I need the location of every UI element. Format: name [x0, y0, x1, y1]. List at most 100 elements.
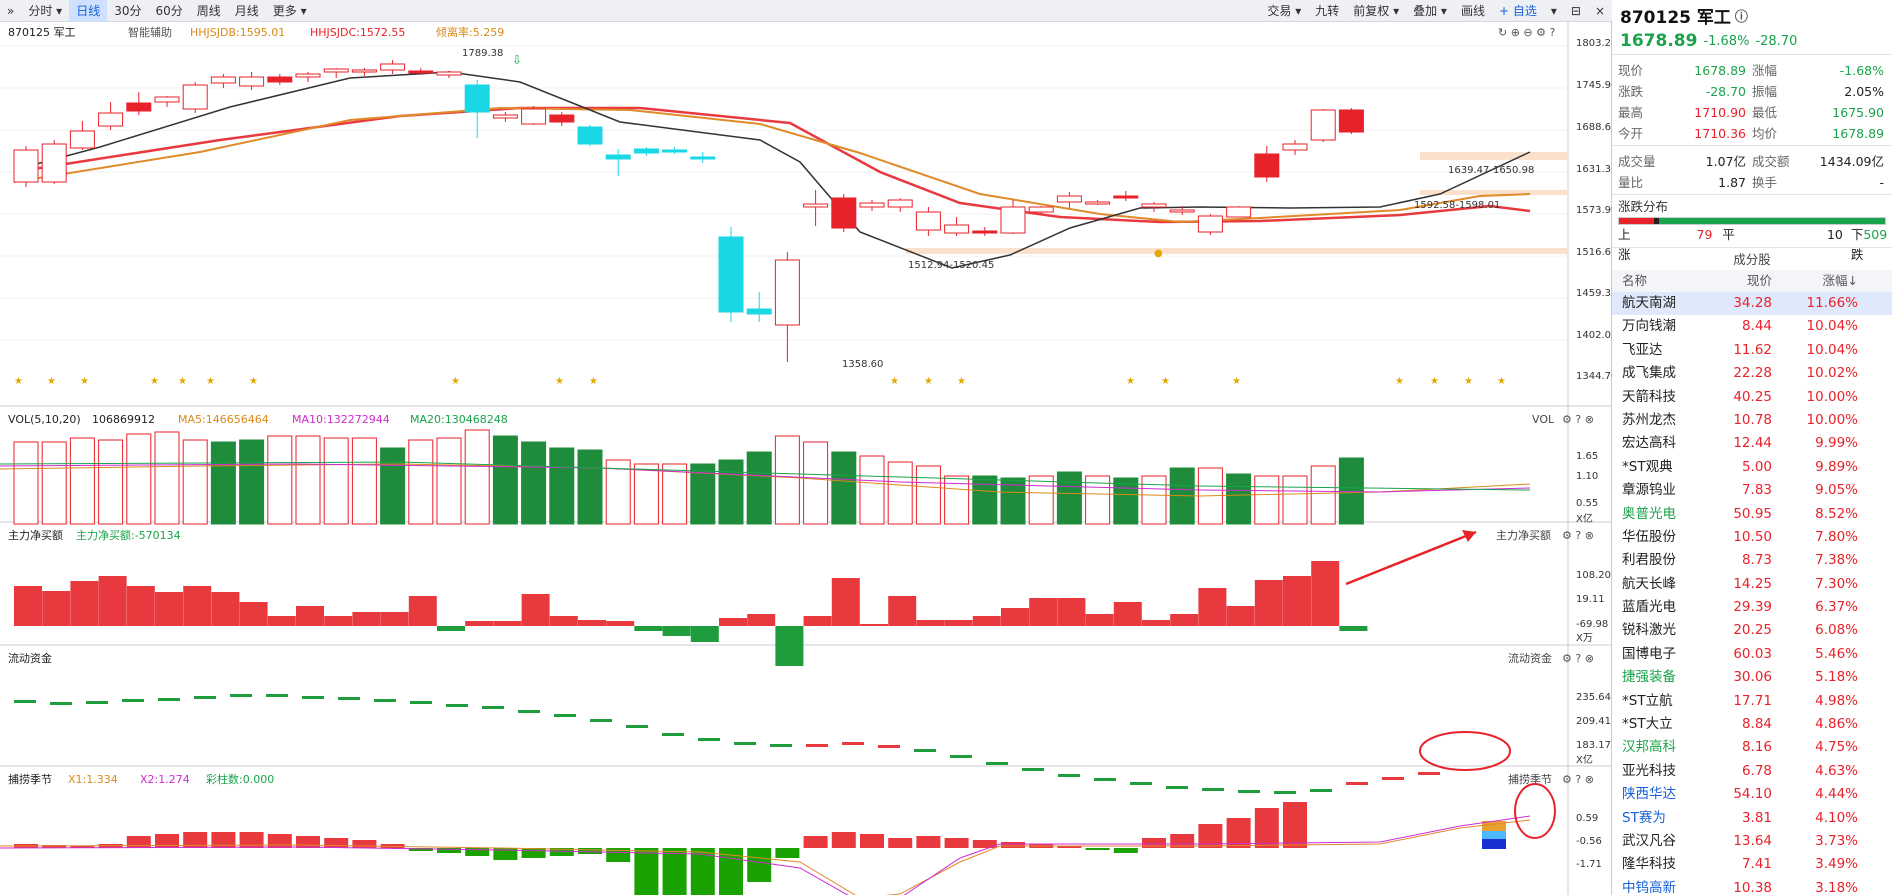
main-yaxis: 1803.28 1745.96 1688.63 1631.31 1573.99 … [1576, 38, 1612, 382]
component-row[interactable]: 苏州龙杰 10.78 10.00% [1612, 409, 1892, 432]
stock-name: 中钨高新 [1622, 879, 1676, 895]
close-icon[interactable]: × [1588, 0, 1612, 22]
layout-icon[interactable]: ⊟ [1564, 0, 1588, 22]
component-row[interactable]: 隆华科技 7.41 3.49% [1612, 853, 1892, 876]
component-row[interactable]: 中钨高新 10.38 3.18% [1612, 877, 1892, 895]
dist-counts: 上涨 79 平 10 下跌 509 [1612, 225, 1892, 262]
candle-body [41, 143, 67, 183]
add-watchlist-button[interactable]: + 自选 [1492, 0, 1544, 22]
nine-turn-button[interactable]: 九转 [1308, 0, 1346, 22]
component-row[interactable]: 万向钱潮 8.44 10.04% [1612, 315, 1892, 338]
component-row[interactable]: ST赛为 3.81 4.10% [1612, 807, 1892, 830]
draw-line-button[interactable]: 画线 [1454, 0, 1492, 22]
component-row[interactable]: 武汉凡谷 13.64 3.73% [1612, 830, 1892, 853]
flow-highlight-circle [1419, 731, 1511, 771]
overlay-menu[interactable]: 叠加 ▾ [1406, 0, 1454, 22]
tab-monthly[interactable]: 月线 [228, 0, 266, 22]
tab-more[interactable]: 更多 ▾ [266, 0, 314, 22]
volume-bar [1282, 475, 1308, 525]
assist-label[interactable]: 智能辅助 [128, 25, 172, 39]
net-unit: X万 [1576, 633, 1593, 644]
component-row[interactable]: 捷强装备 30.06 5.18% [1612, 666, 1892, 689]
component-row[interactable]: 章源钨业 7.83 9.05% [1612, 479, 1892, 502]
component-row[interactable]: *ST大立 8.84 4.86% [1612, 713, 1892, 736]
component-row[interactable]: *ST观典 5.00 9.89% [1612, 456, 1892, 479]
component-row[interactable]: 成飞集成 22.28 10.02% [1612, 362, 1892, 385]
component-row[interactable]: 航天南湖 34.28 11.66% [1612, 292, 1892, 316]
info-icon[interactable]: ⓘ [1735, 6, 1748, 25]
component-row[interactable]: 航天长峰 14.25 7.30% [1612, 573, 1892, 596]
component-row[interactable]: 汉邦高科 8.16 4.75% [1612, 736, 1892, 759]
chart-panel: » 分时 ▾ 日线 30分 60分 周线 月线 更多 ▾ 交易 ▾ 九转 前复权… [0, 0, 1612, 895]
kline-chart[interactable]: ★ ★ ★ ★ ★ ★ ★ ★ ★ ★ ★ ★ ★ ★ ★ ★ ★ ★ ★ ★ ⇩ ● 870125 军工 智能辅助 HH… [0, 22, 1612, 895]
tab-daily[interactable]: 日线 [69, 0, 108, 22]
low-annotation: 1358.60 [842, 359, 883, 370]
adjust-menu[interactable]: 前复权 ▾ [1346, 0, 1406, 22]
stock-price: 8.16 [1741, 739, 1772, 756]
component-row[interactable]: *ST立航 17.71 4.98% [1612, 690, 1892, 713]
collapse-left-button[interactable]: » [0, 0, 21, 22]
flow-dash [1310, 789, 1332, 792]
flow-dash [302, 696, 324, 699]
candle-body [295, 73, 321, 78]
range-annotation-2: 1639.47-1650.98 [1448, 165, 1534, 176]
vol-tag: VOL [1532, 413, 1555, 426]
stock-name: 天箭科技 [1622, 388, 1676, 405]
component-row[interactable]: 亚光科技 6.78 4.63% [1612, 760, 1892, 783]
volume-bar [380, 447, 406, 525]
net-buy-bar [888, 596, 917, 626]
divider [1612, 145, 1892, 146]
settings-icon[interactable]: ⚙ ? ⊗ [1562, 652, 1594, 665]
candle-body [1028, 206, 1054, 213]
component-row[interactable]: 国博电子 60.03 5.46% [1612, 643, 1892, 666]
candle-body [774, 259, 800, 326]
value: -28.70 [1705, 84, 1746, 99]
tab-30min[interactable]: 30分 [107, 0, 148, 22]
trade-menu[interactable]: 交易 ▾ [1260, 0, 1308, 22]
net-buy-bar [634, 626, 663, 631]
stock-price: 10.50 [1733, 528, 1772, 545]
component-row[interactable]: 天箭科技 40.25 10.00% [1612, 386, 1892, 409]
net-buy-bar [690, 626, 719, 642]
component-row[interactable]: 蓝盾光电 29.39 6.37% [1612, 596, 1892, 619]
down-count: 509 [1863, 227, 1888, 242]
col-change[interactable]: 涨幅↓ [1772, 270, 1858, 292]
col-name[interactable]: 名称 [1622, 270, 1708, 292]
stock-change: 6.08% [1815, 622, 1858, 639]
component-row[interactable]: 奥普光电 50.95 8.52% [1612, 503, 1892, 526]
net-buy-bar [775, 626, 804, 666]
settings-icon[interactable]: ⚙ ? ⊗ [1562, 773, 1594, 786]
component-row[interactable]: 飞亚达 11.62 10.04% [1612, 339, 1892, 362]
stock-change: 6.37% [1815, 599, 1858, 616]
watchlist-dropdown[interactable]: ▾ [1544, 0, 1564, 22]
tab-intraday[interactable]: 分时 ▾ [21, 0, 69, 22]
candle-body [718, 236, 744, 313]
component-row[interactable]: 华伍股份 10.50 7.80% [1612, 526, 1892, 549]
settings-icon[interactable]: ⚙ ? ⊗ [1562, 529, 1594, 542]
star-icon: ★ [249, 376, 258, 387]
candle-body [1000, 206, 1026, 234]
flow-dash [698, 738, 720, 741]
volume-bar [1056, 471, 1082, 525]
component-row[interactable]: 利君股份 8.73 7.38% [1612, 549, 1892, 572]
stock-name: 汉邦高科 [1622, 739, 1676, 756]
refresh-icon[interactable]: ↻ ⊕ ⊖ ⚙ ? [1498, 26, 1555, 39]
settings-icon[interactable]: ⚙ ? ⊗ [1562, 413, 1594, 426]
candle-body [323, 68, 349, 73]
tab-60min[interactable]: 60分 [148, 0, 189, 22]
candle-body [267, 76, 293, 83]
volume-bar [662, 463, 688, 525]
component-row[interactable]: 宏达高科 12.44 9.99% [1612, 432, 1892, 455]
moving-average-lines [13, 71, 1531, 269]
flow-dash [1130, 782, 1152, 785]
candle-body [239, 76, 265, 87]
net-buy-bar [380, 612, 409, 626]
col-price[interactable]: 现价 [1708, 270, 1772, 292]
net-buy-bar [1113, 602, 1142, 626]
component-row[interactable]: 陕西华达 54.10 4.44% [1612, 783, 1892, 806]
stock-change: 4.10% [1815, 809, 1858, 826]
component-row[interactable]: 锐科激光 20.25 6.08% [1612, 619, 1892, 642]
stock-name: 万向钱潮 [1622, 318, 1676, 335]
tab-weekly[interactable]: 周线 [190, 0, 228, 22]
ma5-line [13, 71, 1531, 269]
